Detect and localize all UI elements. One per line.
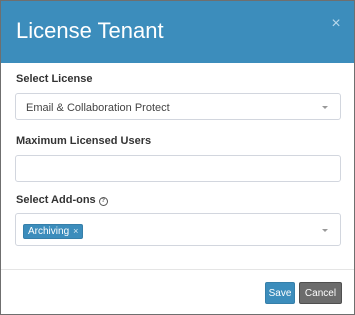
footer-divider [1,269,354,270]
dialog-header: License Tenant × [1,1,354,63]
select-license-value: Email & Collaboration Protect [26,102,170,114]
select-license-label: Select License [16,73,93,85]
dialog-title: License Tenant [16,18,164,43]
addons-multiselect[interactable]: Archiving × [15,213,341,246]
chevron-down-icon [322,106,328,109]
addon-tag-archiving: Archiving × [23,224,84,239]
select-addons-label: Select Add-ons? [16,193,108,207]
max-users-input[interactable] [15,155,341,182]
save-button[interactable]: Save [265,282,295,304]
license-tenant-dialog: License Tenant × Select License Email & … [0,0,355,315]
help-icon[interactable]: ? [98,197,108,206]
cancel-button[interactable]: Cancel [299,282,342,304]
select-addons-label-text: Select Add-ons [16,194,96,206]
addon-tag-label: Archiving [28,226,70,237]
max-users-label: Maximum Licensed Users [16,135,152,147]
close-icon[interactable]: × [328,16,344,32]
select-license-dropdown[interactable]: Email & Collaboration Protect [15,93,341,120]
tag-remove-icon[interactable]: × [73,225,78,238]
chevron-down-icon [322,229,328,232]
